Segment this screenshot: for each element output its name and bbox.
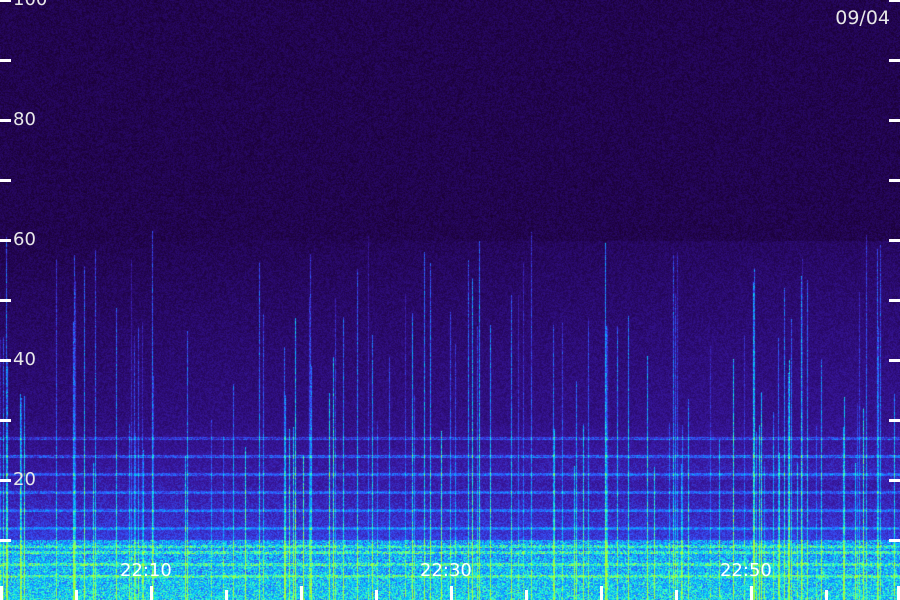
- y-tick-left: [0, 59, 11, 62]
- x-tick: [525, 590, 528, 600]
- spectrogram-heatmap: [0, 0, 900, 600]
- x-tick: [675, 590, 678, 600]
- y-tick-right: [889, 239, 900, 242]
- y-tick-right: [889, 59, 900, 62]
- x-tick: [225, 590, 228, 600]
- y-tick-left: [0, 359, 11, 362]
- y-tick-left: [0, 239, 11, 242]
- y-tick-right: [889, 359, 900, 362]
- y-tick-left: [0, 479, 11, 482]
- y-tick-left: [0, 0, 11, 2]
- y-tick-right: [889, 479, 900, 482]
- x-tick: [75, 590, 78, 600]
- date-label: 09/04: [835, 7, 890, 29]
- x-tick: [450, 586, 453, 600]
- x-tick: [750, 586, 753, 600]
- y-tick-label: 20: [13, 469, 36, 490]
- y-tick-left: [0, 119, 11, 122]
- y-tick-label: 40: [13, 349, 36, 370]
- y-tick-right: [889, 419, 900, 422]
- x-tick: [600, 586, 603, 600]
- x-tick: [375, 590, 378, 600]
- y-tick-right: [889, 539, 900, 542]
- y-tick-label: 60: [13, 229, 36, 250]
- y-tick-left: [0, 179, 11, 182]
- x-tick-label: 22:10: [120, 560, 172, 581]
- x-tick: [0, 586, 3, 600]
- x-tick-label: 22:50: [720, 560, 772, 581]
- y-tick-label: 100: [13, 0, 47, 9]
- x-tick: [300, 586, 303, 600]
- y-tick-right: [889, 119, 900, 122]
- x-tick: [825, 590, 828, 600]
- y-tick-label: 80: [13, 109, 36, 130]
- y-tick-left: [0, 419, 11, 422]
- y-tick-right: [889, 299, 900, 302]
- y-tick-left: [0, 539, 11, 542]
- y-tick-right: [889, 0, 900, 2]
- x-tick: [150, 586, 153, 600]
- y-tick-right: [889, 179, 900, 182]
- x-tick-label: 22:30: [420, 560, 472, 581]
- y-tick-left: [0, 299, 11, 302]
